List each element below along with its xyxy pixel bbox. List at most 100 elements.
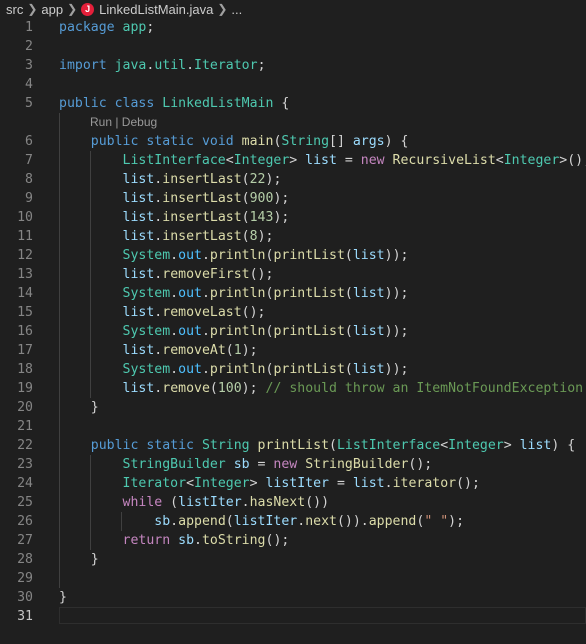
code-token: return [122, 533, 171, 548]
code-line[interactable]: 15 list.removeLast(); [0, 303, 586, 322]
code-token: > [249, 476, 266, 491]
code-line[interactable]: 21 [0, 417, 586, 436]
code-token: sb [178, 533, 195, 548]
code-line[interactable]: 1 package app; [0, 18, 586, 37]
line-number: 28 [17, 552, 33, 567]
code-token: 143 [249, 210, 274, 225]
code-line[interactable]: 3 import java.util.Iterator; [0, 56, 586, 75]
code-token: ( [225, 343, 234, 358]
code-token: Integer [194, 476, 250, 491]
breadcrumb-item-src[interactable]: src [6, 2, 23, 17]
code-line[interactable]: 17 list.removeAt(1); [0, 341, 586, 360]
code-text: public static void main(String[] args) { [59, 132, 409, 151]
code-token: . [201, 286, 210, 301]
code-token: > [503, 438, 520, 453]
code-token: ( [329, 438, 337, 453]
breadcrumb-item-file[interactable]: LinkedListMain.java [99, 2, 213, 17]
code-line[interactable]: 2 [0, 37, 586, 56]
code-line[interactable]: 13 list.removeFirst(); [0, 265, 586, 284]
code-line[interactable]: 11 list.insertLast(8); [0, 227, 586, 246]
code-line[interactable]: 10 list.insertLast(143); [0, 208, 586, 227]
code-token: remove [162, 381, 210, 396]
code-token: public [59, 96, 107, 111]
code-token: { [273, 96, 290, 111]
code-token: java [114, 58, 147, 73]
code-token: . [297, 514, 306, 529]
code-text: System.out.println(printList(list)); [59, 246, 409, 265]
code-text: System.out.println(printList(list)); [59, 322, 409, 341]
code-token: = [329, 476, 353, 491]
code-token: printList [273, 324, 345, 339]
line-number: 21 [17, 419, 33, 434]
breadcrumb-item-symbols[interactable]: ... [231, 2, 242, 17]
code-token: util [154, 58, 187, 73]
run-debug-codelens[interactable]: Run | Debug [90, 113, 157, 132]
code-line[interactable]: 30} [0, 588, 586, 607]
code-token: list [122, 229, 155, 244]
code-line[interactable]: 31 [0, 607, 586, 626]
code-token: ); [265, 172, 282, 187]
code-token: ( [344, 248, 353, 263]
code-text: list.insertLast(900); [59, 189, 290, 208]
code-line[interactable]: 16 System.out.println(printList(list)); [0, 322, 586, 341]
code-line[interactable]: 27 return sb.toString(); [0, 531, 586, 550]
code-line[interactable]: 20 } [0, 398, 586, 417]
codelens-row: Run | Debug [0, 113, 586, 132]
code-line[interactable]: 19 list.remove(100); // should throw an … [0, 379, 586, 398]
code-token: append [368, 514, 417, 529]
code-line[interactable]: 6 public static void main(String[] args)… [0, 132, 586, 151]
code-line[interactable]: 4 [0, 75, 586, 94]
code-token: > [289, 153, 306, 168]
chevron-right-icon: ❯ [27, 2, 38, 16]
code-token: Integer [503, 153, 560, 168]
code-token: . [170, 286, 179, 301]
code-token: static [146, 438, 194, 453]
code-token: printList [257, 438, 330, 453]
indent-guide [90, 455, 91, 550]
code-line[interactable]: 9 list.insertLast(900); [0, 189, 586, 208]
code-token: new [273, 457, 298, 472]
code-line[interactable]: 24 Iterator<Integer> listIter = list.ite… [0, 474, 586, 493]
code-line[interactable]: 28 } [0, 550, 586, 569]
code-line[interactable]: 18 System.out.println(printList(list)); [0, 360, 586, 379]
code-token: list [122, 305, 155, 320]
code-token: ( [344, 286, 353, 301]
code-line[interactable]: 23 StringBuilder sb = new StringBuilder(… [0, 455, 586, 474]
code-token: ); [273, 210, 290, 225]
code-line[interactable]: 8 list.insertLast(22); [0, 170, 586, 189]
code-token: removeAt [162, 343, 226, 358]
code-text: list.removeFirst(); [59, 265, 274, 284]
code-line[interactable]: 5 public class LinkedListMain { [0, 94, 586, 113]
code-token: next [305, 514, 337, 529]
code-token: . [201, 324, 210, 339]
code-token: System [122, 324, 171, 339]
code-token: list [122, 343, 155, 358]
code-token: new [360, 153, 385, 168]
line-number: 24 [17, 476, 33, 491]
code-line[interactable]: 22 public static String printList(ListIn… [0, 436, 586, 455]
code-line[interactable]: 26 sb.append(listIter.next()).append(" "… [0, 512, 586, 531]
code-token: list [122, 172, 155, 187]
code-line[interactable]: 25 while (listIter.hasNext()) [0, 493, 586, 512]
code-token: main [241, 134, 274, 149]
code-text: } [59, 550, 99, 569]
line-number: 19 [17, 381, 33, 396]
code-token: StringBuilder [305, 457, 409, 472]
code-line[interactable]: 12 System.out.println(printList(list)); [0, 246, 586, 265]
code-editor[interactable]: 1 package app; 2 3 import java.util.Iterator… [0, 18, 586, 626]
code-token: sb [154, 514, 171, 529]
code-token: 100 [217, 381, 242, 396]
code-token: list [122, 267, 155, 282]
code-token: args [352, 134, 385, 149]
code-token: ( [241, 210, 250, 225]
code-line[interactable]: 29 [0, 569, 586, 588]
code-token: insertLast [162, 191, 242, 206]
code-token: ListInterface [122, 153, 226, 168]
code-token: . [170, 248, 179, 263]
breadcrumb-item-app[interactable]: app [41, 2, 63, 17]
code-line[interactable]: 7 ListInterface<Integer> list = new Recu… [0, 151, 586, 170]
line-number: 31 [17, 609, 33, 624]
code-line[interactable]: 14 System.out.println(printList(list)); [0, 284, 586, 303]
code-token: ; [146, 20, 155, 35]
